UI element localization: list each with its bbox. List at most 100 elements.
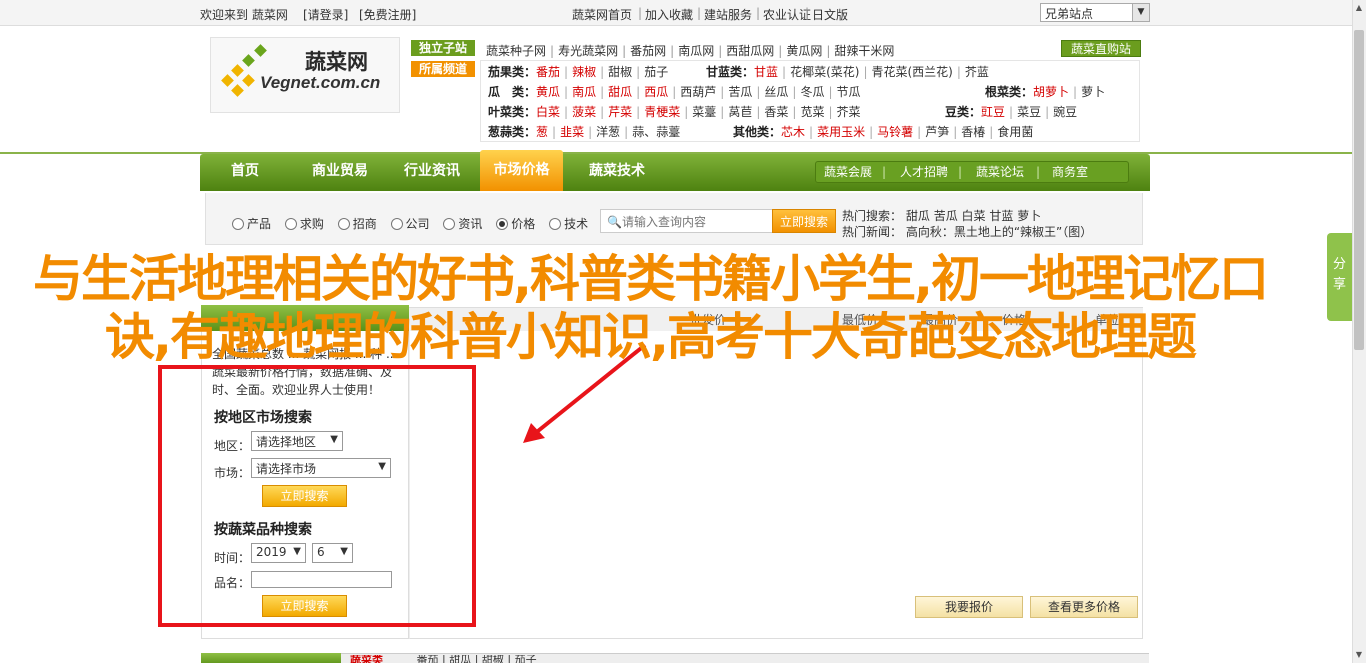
channel-row: 葱蒜类：葱 | 韭菜 | 洋葱 | 蒜、蒜薹 bbox=[488, 125, 681, 139]
certify-link[interactable]: 农业认证 bbox=[763, 6, 811, 23]
quote-button[interactable]: 我要报价 bbox=[915, 596, 1023, 618]
login-link[interactable]: [请登录] bbox=[303, 6, 348, 23]
vegetable-link[interactable]: 食用菌 bbox=[997, 125, 1033, 139]
separator: | bbox=[756, 6, 761, 20]
vegetable-link[interactable]: 黄瓜 bbox=[536, 85, 560, 99]
vegetable-link[interactable]: 青梗菜 bbox=[644, 105, 680, 119]
indep-site-link[interactable]: 西甜瓜网 bbox=[726, 44, 774, 58]
search-button[interactable]: 立即搜索 bbox=[772, 209, 836, 233]
nav-news[interactable]: 行业资讯 bbox=[387, 154, 477, 191]
hot-search-link[interactable]: 白菜 bbox=[962, 209, 986, 223]
vegetable-link[interactable]: 甜椒 bbox=[608, 65, 632, 79]
more-prices-button[interactable]: 查看更多价格 bbox=[1030, 596, 1138, 618]
hot-news-link[interactable]: 高向秋：黑土地上的“辣椒王”（图） bbox=[906, 225, 1092, 239]
hot-search-link[interactable]: 萝卜 bbox=[1017, 209, 1041, 223]
nav-home[interactable]: 首页 bbox=[200, 154, 290, 191]
separator: | bbox=[638, 6, 643, 20]
vegetable-link[interactable]: 青花菜(西兰花) bbox=[872, 65, 953, 79]
hot-search-link[interactable]: 苦瓜 bbox=[934, 209, 958, 223]
category-label: 甘蓝类： bbox=[706, 65, 755, 79]
vegetable-link[interactable]: 芯木 bbox=[781, 125, 805, 139]
hot-news: 热门新闻： 高向秋：黑土地上的“辣椒王”（图） bbox=[842, 223, 1092, 240]
vegetable-link[interactable]: 马铃薯 bbox=[877, 125, 913, 139]
vegetable-link[interactable]: 茄子 bbox=[644, 65, 668, 79]
scroll-down-icon[interactable]: ▼ bbox=[1352, 647, 1366, 663]
hot-search-link[interactable]: 甜瓜 bbox=[906, 209, 930, 223]
vegetable-link[interactable]: 冬瓜 bbox=[800, 85, 824, 99]
logo-leaf-icon bbox=[254, 44, 267, 57]
vegetable-link[interactable]: 胡萝卜 bbox=[1033, 85, 1069, 99]
vegetable-link[interactable]: 菜薹 bbox=[692, 105, 716, 119]
vegetable-link[interactable]: 葱 bbox=[536, 125, 548, 139]
vegetable-link[interactable]: 苦瓜 bbox=[728, 85, 752, 99]
bottom-link[interactable]: 番茄 bbox=[417, 655, 439, 663]
vegetable-link[interactable]: 豇豆 bbox=[981, 105, 1005, 119]
indep-site-link[interactable]: 甜辣干米网 bbox=[834, 44, 894, 58]
radio-buy[interactable]: 求购 bbox=[284, 217, 334, 231]
register-link[interactable]: [免费注册] bbox=[359, 6, 416, 23]
vegetable-link[interactable]: 萝卜 bbox=[1081, 85, 1105, 99]
radio-company[interactable]: 公司 bbox=[390, 217, 440, 231]
home-link[interactable]: 蔬菜网首页 bbox=[572, 6, 632, 23]
vegetable-link[interactable]: 甜瓜 bbox=[608, 85, 632, 99]
subnav-jobs[interactable]: 人才招聘 bbox=[900, 162, 948, 182]
indep-site-link[interactable]: 南瓜网 bbox=[678, 44, 714, 58]
vegetable-link[interactable]: 苋菜 bbox=[800, 105, 824, 119]
vegetable-link[interactable]: 香菜 bbox=[764, 105, 788, 119]
indep-site-link[interactable]: 寿光蔬菜网 bbox=[558, 44, 618, 58]
vegetable-link[interactable]: 丝瓜 bbox=[764, 85, 788, 99]
radio-news[interactable]: 资讯 bbox=[443, 217, 492, 231]
vegetable-link[interactable]: 西瓜 bbox=[644, 85, 668, 99]
separator: | bbox=[697, 6, 702, 20]
scrollbar-thumb[interactable] bbox=[1354, 30, 1364, 350]
vegetable-link[interactable]: 节瓜 bbox=[837, 85, 861, 99]
share-tab-label: 分享 bbox=[1332, 257, 1346, 292]
vegetable-link[interactable]: 香椿 bbox=[961, 125, 985, 139]
radio-tech[interactable]: 技术 bbox=[549, 217, 598, 231]
vegetable-link[interactable]: 南瓜 bbox=[572, 85, 596, 99]
vegetable-link[interactable]: 韭菜 bbox=[560, 125, 584, 139]
vegetable-link[interactable]: 花椰菜(菜花) bbox=[790, 65, 859, 79]
nav-tech[interactable]: 蔬菜技术 bbox=[572, 154, 662, 191]
vegetable-link[interactable]: 菜用玉米 bbox=[817, 125, 865, 139]
vegetable-link[interactable]: 西葫芦 bbox=[680, 85, 716, 99]
vegetable-link[interactable]: 菜豆 bbox=[1017, 105, 1041, 119]
vegetable-link[interactable]: 白菜 bbox=[536, 105, 560, 119]
japanese-link[interactable]: 日文版 bbox=[812, 6, 848, 23]
nav-trade[interactable]: 商业贸易 bbox=[295, 154, 385, 191]
subnav-office[interactable]: 商务室 bbox=[1052, 162, 1088, 182]
hot-search-link[interactable]: 甘蓝 bbox=[989, 209, 1013, 223]
vegetable-link[interactable]: 豌豆 bbox=[1053, 105, 1077, 119]
radio-invest[interactable]: 招商 bbox=[337, 217, 387, 231]
vegetable-link[interactable]: 辣椒 bbox=[572, 65, 596, 79]
build-site-link[interactable]: 建站服务 bbox=[704, 6, 752, 23]
vegetable-link[interactable]: 芥菜 bbox=[837, 105, 861, 119]
subnav-forum[interactable]: 蔬菜论坛 bbox=[976, 162, 1024, 182]
vegetable-link[interactable]: 芥蓝 bbox=[965, 65, 989, 79]
indep-site-link[interactable]: 蔬菜种子网 bbox=[486, 44, 546, 58]
bottom-link[interactable]: 茄子 bbox=[515, 655, 537, 663]
search-input[interactable]: 🔍请输入查询内容 bbox=[600, 209, 773, 233]
bottom-link[interactable]: 甜椒 bbox=[482, 655, 504, 663]
vegetable-link[interactable]: 蒜、蒜薹 bbox=[632, 125, 680, 139]
nav-market-price[interactable]: 市场价格 bbox=[480, 150, 563, 191]
scroll-up-icon[interactable]: ▲ bbox=[1352, 0, 1366, 16]
welcome-text: 欢迎来到 蔬菜网 bbox=[200, 8, 288, 22]
share-tab[interactable]: 分享 bbox=[1327, 233, 1352, 321]
indep-site-link[interactable]: 番茄网 bbox=[630, 44, 666, 58]
vegetable-link[interactable]: 洋葱 bbox=[596, 125, 620, 139]
vegetable-link[interactable]: 莴苣 bbox=[728, 105, 752, 119]
favorite-link[interactable]: 加入收藏 bbox=[645, 6, 693, 23]
indep-site-link[interactable]: 黄瓜网 bbox=[786, 44, 822, 58]
vegetable-link[interactable]: 番茄 bbox=[536, 65, 560, 79]
vegetable-link[interactable]: 菠菜 bbox=[572, 105, 596, 119]
radio-price[interactable]: 价格 bbox=[496, 217, 545, 231]
subnav-expo[interactable]: 蔬菜会展 bbox=[824, 162, 872, 182]
direct-buy-button[interactable]: 蔬菜直购站 bbox=[1061, 40, 1141, 57]
radio-product[interactable]: 产品 bbox=[232, 217, 281, 231]
vegetable-link[interactable]: 甘蓝 bbox=[754, 65, 778, 79]
vegetable-link[interactable]: 芦笋 bbox=[925, 125, 949, 139]
bottom-link[interactable]: 甜瓜 bbox=[449, 655, 471, 663]
sister-site-select[interactable]: 兄弟站点 ▼ bbox=[1040, 3, 1150, 22]
vegetable-link[interactable]: 芹菜 bbox=[608, 105, 632, 119]
